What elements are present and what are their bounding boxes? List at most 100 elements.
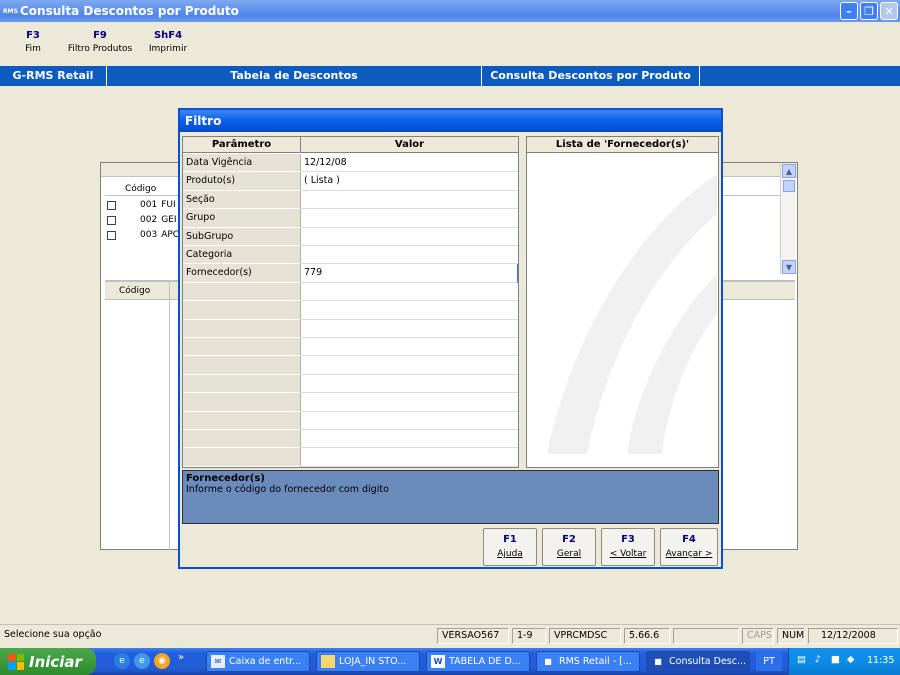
param-produtos: Produto(s) (183, 172, 301, 191)
fkey-imprimir[interactable]: ShF4 Imprimir (148, 30, 188, 54)
value-empty-row (301, 338, 518, 357)
ie-icon[interactable]: e (114, 653, 130, 669)
param-empty-row (183, 430, 301, 449)
column-divider (169, 282, 170, 550)
windows-taskbar: Iniciar e e ◉ » ✉ Caixa de entr... LOJA_… (0, 648, 900, 675)
back-button[interactable]: F3 < Voltar (601, 528, 655, 566)
fkey-fim[interactable]: F3 Fim (25, 30, 41, 54)
param-empty-row (183, 448, 301, 467)
module-header: G-RMS Retail Tabela de Descontos Consult… (0, 66, 900, 86)
general-button[interactable]: F2 Geral (542, 528, 596, 566)
button-label: Geral (556, 549, 582, 559)
row-checkbox[interactable] (107, 200, 116, 210)
tray-app-icon[interactable]: ■ (831, 654, 840, 665)
value-produtos[interactable]: ( Lista ) (301, 172, 518, 191)
status-bar: Selecione sua opção VERSAO567 1-9 VPRCMD… (0, 624, 900, 646)
window-title: Consulta Descontos por Produto (20, 4, 239, 18)
status-date: 12/12/2008 (808, 628, 898, 644)
header-system: G-RMS Retail (0, 66, 107, 86)
windows-logo-icon (8, 653, 24, 670)
row-checkbox[interactable] (107, 215, 116, 225)
value-empty-row (301, 356, 518, 375)
param-categoria: Categoria (183, 246, 301, 265)
grid-row[interactable]: 003 APC (107, 229, 179, 241)
value-empty-row (301, 448, 518, 467)
quicklaunch-more-icon[interactable]: » (178, 652, 184, 663)
fkey-filtro-produtos[interactable]: F9 Filtro Produtos (66, 30, 134, 54)
help-button[interactable]: F1 Ajuda (483, 528, 537, 566)
task-rms-retail[interactable]: ■ RMS Retail - [... (536, 651, 640, 672)
rms-app-icon: RMS (3, 7, 18, 15)
network-icon[interactable]: ▤ (797, 654, 806, 665)
value-empty-row (301, 430, 518, 449)
grid-row[interactable]: 002 GEI (107, 214, 177, 226)
task-label: RMS Retail - [... (559, 656, 632, 667)
task-word[interactable]: W TABELA DE D... (426, 651, 530, 672)
dialog-title: Filtro (180, 110, 721, 132)
start-button[interactable]: Iniciar (0, 648, 96, 675)
fkey-key: F9 (93, 30, 107, 41)
task-folder[interactable]: LOJA_IN STO... (316, 651, 420, 672)
param-subgrupo: SubGrupo (183, 227, 301, 246)
status-empty (673, 628, 739, 644)
media-icon[interactable]: ◉ (154, 653, 170, 669)
value-secao[interactable] (301, 191, 518, 210)
status-caps: CAPS (742, 628, 774, 644)
fkey-label: Filtro Produtos (67, 44, 133, 54)
rms-app-icon: ■ (544, 657, 552, 666)
button-key: F1 (503, 534, 517, 545)
task-consulta-descontos[interactable]: ■ Consulta Desc... (646, 651, 750, 672)
scroll-up-icon[interactable]: ▲ (782, 164, 796, 178)
param-empty-row (183, 356, 301, 375)
close-button[interactable]: ✕ (880, 2, 898, 20)
mail-icon: ✉ (211, 655, 225, 668)
scroll-down-icon[interactable]: ▼ (782, 260, 796, 274)
value-data-vigencia[interactable]: 12/12/08 (301, 154, 518, 173)
row-checkbox[interactable] (107, 230, 116, 240)
param-empty-row (183, 374, 301, 394)
value-empty-row (301, 375, 518, 394)
row-name: FUI (161, 200, 176, 210)
status-message: Selecione sua opção (4, 629, 102, 640)
supplier-list-panel[interactable]: Lista de 'Fornecedor(s)' (526, 136, 719, 468)
row-name: APC (161, 230, 180, 240)
value-empty-row (301, 412, 518, 430)
status-num: NUM (777, 628, 805, 644)
status-page: 1-9 (512, 628, 546, 644)
task-outlook[interactable]: ✉ Caixa de entr... (206, 651, 310, 672)
scroll-thumb[interactable] (783, 180, 795, 192)
value-grupo[interactable] (301, 209, 518, 228)
param-empty-row (183, 411, 301, 430)
rms-app-icon: ■ (654, 657, 662, 666)
param-empty-row (183, 393, 301, 412)
task-label: LOJA_IN STO... (339, 656, 407, 667)
next-button[interactable]: F4 Avançar > (660, 528, 718, 566)
button-key: F4 (682, 534, 696, 545)
fkey-key: F3 (26, 30, 40, 41)
security-icon[interactable]: ◆ (847, 654, 854, 665)
volume-icon[interactable]: ♪ (815, 654, 821, 665)
row-code: 003 (140, 230, 158, 240)
minimize-button[interactable]: – (840, 2, 858, 20)
value-subgrupo[interactable] (301, 228, 518, 246)
browser-icon[interactable]: e (134, 653, 150, 669)
status-program: VPRCMDSC (549, 628, 621, 644)
param-secao: Seção (183, 190, 301, 210)
watermark-logo-icon (547, 174, 717, 454)
window-title-bar[interactable]: RMS Consulta Descontos por Produto – ❐ ✕ (0, 0, 900, 22)
value-fornecedor-input[interactable]: 779 (301, 264, 518, 283)
value-categoria[interactable] (301, 246, 518, 265)
hint-text: Informe o código do fornecedor com dígit… (186, 484, 389, 495)
param-empty-row (183, 282, 301, 302)
button-label: Ajuda (497, 549, 523, 559)
maximize-button[interactable]: ❐ (860, 2, 878, 20)
language-indicator[interactable]: PT (756, 652, 782, 671)
clock[interactable]: 11:35 (867, 655, 894, 666)
status-build: 5.66.6 (624, 628, 670, 644)
button-key: F2 (562, 534, 576, 545)
grid-vertical-scrollbar[interactable]: ▲ ▼ (780, 164, 796, 274)
grid-code-header: Código (125, 184, 157, 194)
status-version: VERSAO567 (437, 628, 509, 644)
fkey-label: Imprimir (148, 44, 188, 54)
grid-row[interactable]: 001 FUI (107, 199, 176, 211)
